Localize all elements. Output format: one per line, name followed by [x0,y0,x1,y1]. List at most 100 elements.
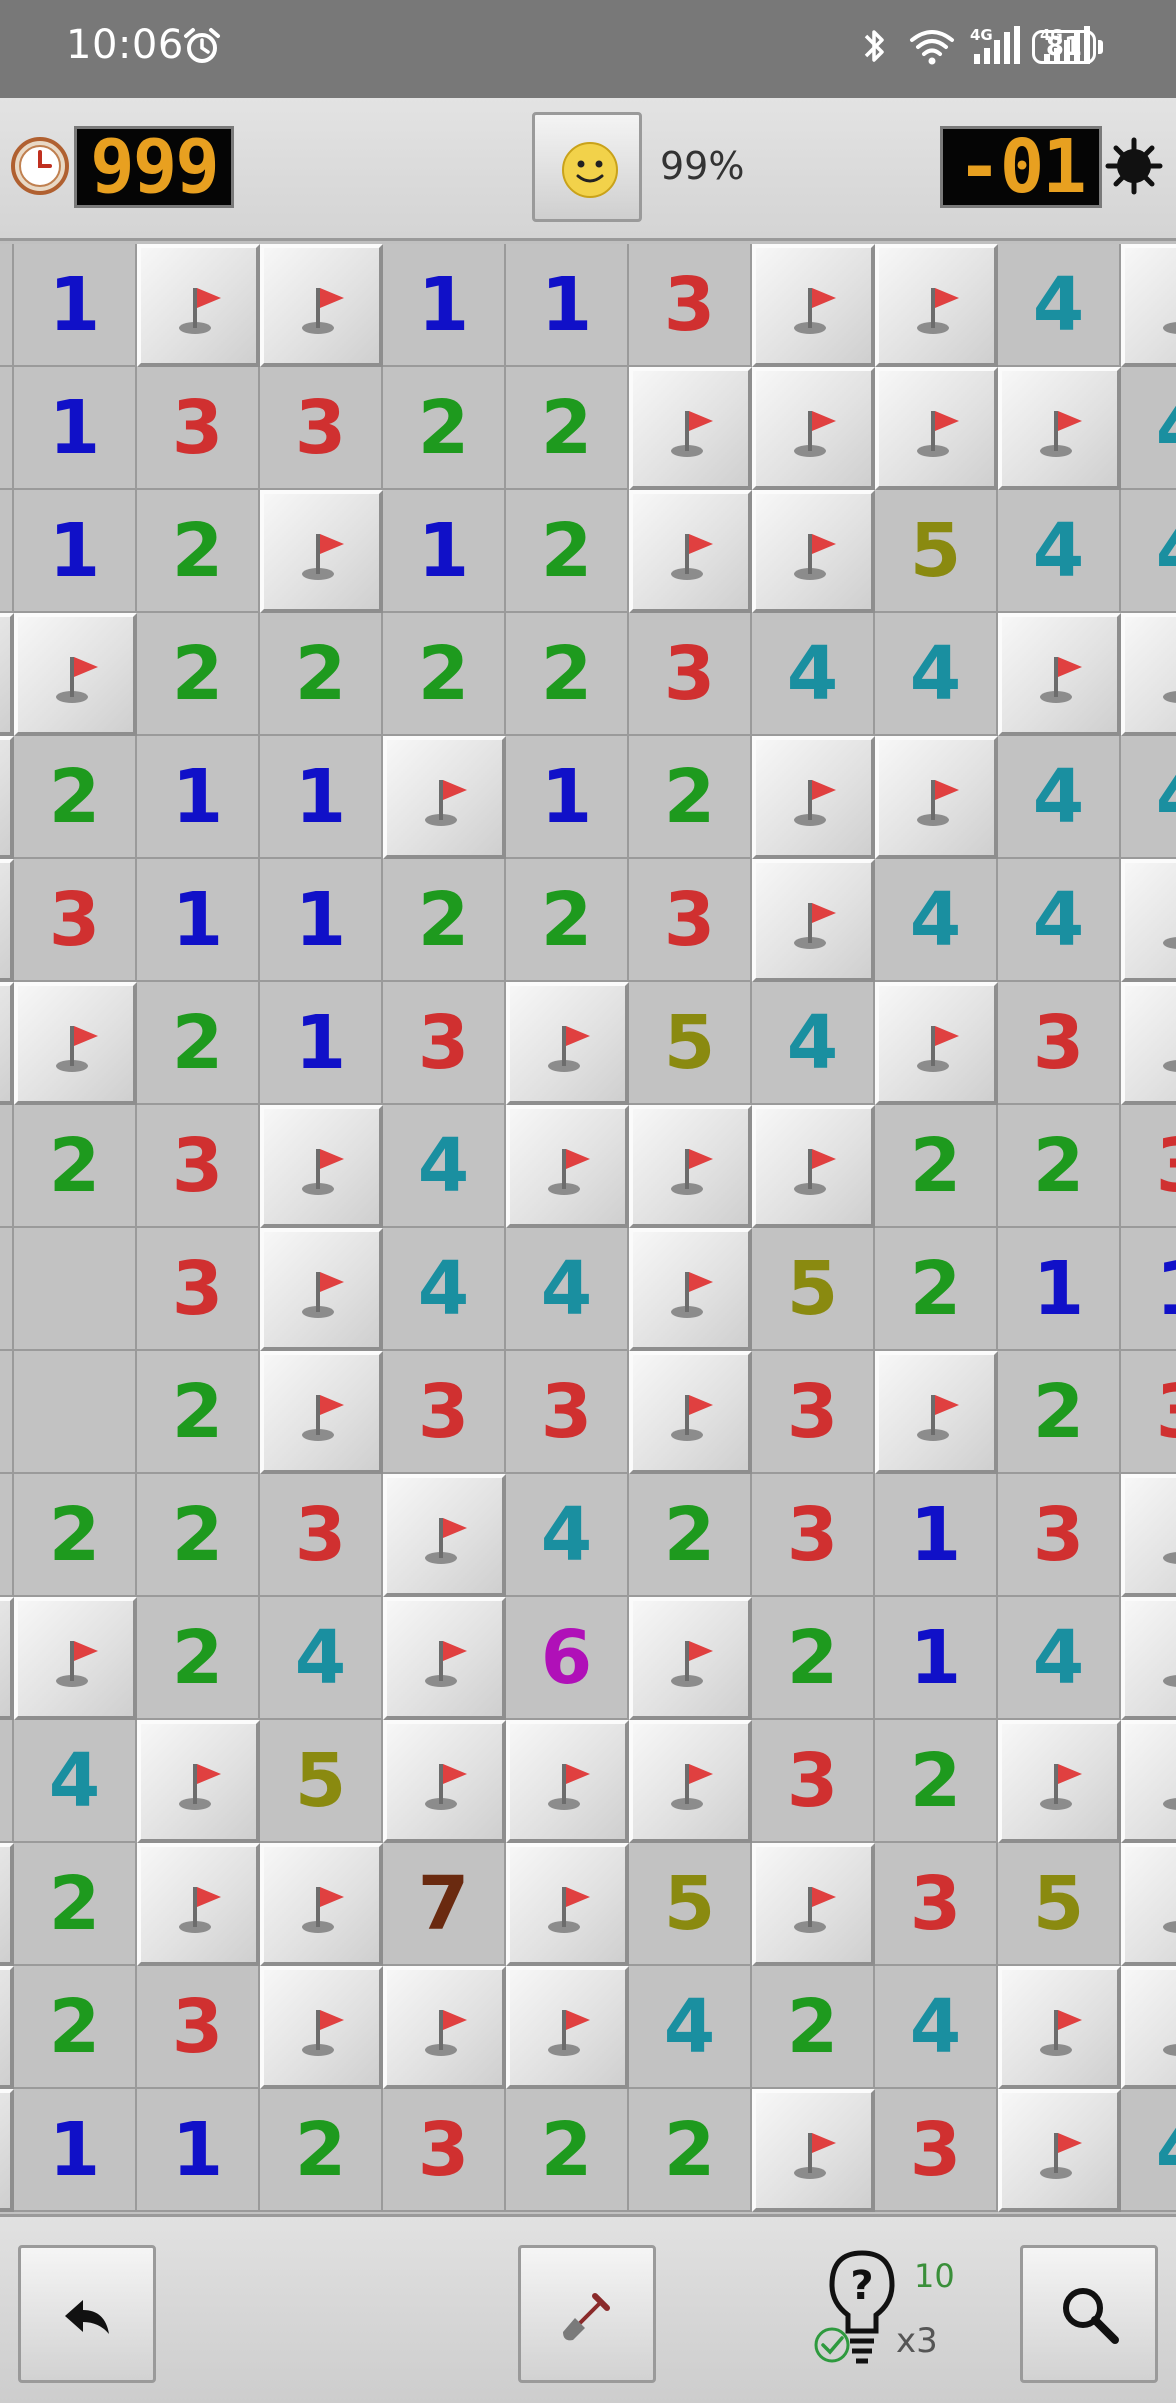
flagged-cell[interactable] [506,1843,629,1966]
flagged-cell[interactable] [0,1843,14,1966]
number-cell[interactable]: 5 [752,1228,875,1351]
flagged-cell[interactable] [629,367,752,490]
number-cell[interactable]: 5 [260,1720,383,1843]
flagged-cell[interactable] [875,736,998,859]
number-cell[interactable]: 3 [875,2089,998,2212]
number-cell[interactable]: 2 [0,1720,14,1843]
flagged-cell[interactable] [752,244,875,367]
number-cell[interactable]: 2 [14,1966,137,2089]
number-cell[interactable]: 1 [14,490,137,613]
number-cell[interactable]: 4 [506,1474,629,1597]
mine-icon[interactable] [1104,136,1164,196]
empty-cell[interactable] [0,1228,14,1351]
number-cell[interactable]: 4 [629,1966,752,2089]
flagged-cell[interactable] [383,1966,506,2089]
number-cell[interactable]: 2 [506,367,629,490]
flagged-cell[interactable] [1121,859,1176,982]
number-cell[interactable]: 3 [1121,1105,1176,1228]
number-cell[interactable]: 2 [998,1351,1121,1474]
dig-mode-button[interactable] [518,2245,656,2383]
number-cell[interactable]: 4 [875,613,998,736]
number-cell[interactable]: 1 [998,1228,1121,1351]
flagged-cell[interactable] [998,2089,1121,2212]
number-cell[interactable]: 4 [752,982,875,1105]
flagged-cell[interactable] [629,1597,752,1720]
number-cell[interactable]: 2 [998,1105,1121,1228]
flagged-cell[interactable] [260,1843,383,1966]
flagged-cell[interactable] [137,1720,260,1843]
number-cell[interactable]: 4 [1121,490,1176,613]
number-cell[interactable]: 2 [383,859,506,982]
number-cell[interactable]: 1 [506,244,629,367]
number-cell[interactable]: 3 [752,1720,875,1843]
number-cell[interactable]: 4 [383,1228,506,1351]
number-cell[interactable]: 1 [260,859,383,982]
flagged-cell[interactable] [629,1105,752,1228]
flagged-cell[interactable] [137,244,260,367]
flagged-cell[interactable] [629,1351,752,1474]
flagged-cell[interactable] [260,1966,383,2089]
flagged-cell[interactable] [383,736,506,859]
number-cell[interactable]: 1 [875,1597,998,1720]
number-cell[interactable]: 1 [0,1105,14,1228]
flagged-cell[interactable] [506,1966,629,2089]
number-cell[interactable]: 1 [506,736,629,859]
flagged-cell[interactable] [506,982,629,1105]
number-cell[interactable]: 2 [137,613,260,736]
flagged-cell[interactable] [752,1105,875,1228]
flagged-cell[interactable] [260,244,383,367]
number-cell[interactable]: 2 [14,736,137,859]
number-cell[interactable]: 2 [260,613,383,736]
number-cell[interactable]: 3 [629,859,752,982]
number-cell[interactable]: 3 [998,1474,1121,1597]
number-cell[interactable]: 2 [260,2089,383,2212]
number-cell[interactable]: 3 [629,244,752,367]
number-cell[interactable]: 4 [998,244,1121,367]
number-cell[interactable]: 1 [137,2089,260,2212]
flagged-cell[interactable] [137,1843,260,1966]
number-cell[interactable]: 4 [14,1720,137,1843]
flagged-cell[interactable] [752,490,875,613]
number-cell[interactable]: 2 [875,1228,998,1351]
number-cell[interactable]: 1 [137,736,260,859]
flagged-cell[interactable] [875,244,998,367]
number-cell[interactable]: 5 [629,1843,752,1966]
flagged-cell[interactable] [506,1720,629,1843]
number-cell[interactable]: 3 [383,982,506,1105]
number-cell[interactable]: 2 [14,1843,137,1966]
empty-cell[interactable] [0,1351,14,1474]
number-cell[interactable]: 2 [137,982,260,1105]
flagged-cell[interactable] [629,1720,752,1843]
number-cell[interactable]: 1 [260,736,383,859]
number-cell[interactable]: 1 [1121,1228,1176,1351]
number-cell[interactable]: 1 [14,367,137,490]
number-cell[interactable]: 3 [137,1228,260,1351]
number-cell[interactable]: 2 [875,1720,998,1843]
number-cell[interactable]: 2 [137,1474,260,1597]
flagged-cell[interactable] [0,982,14,1105]
number-cell[interactable]: 2 [137,1597,260,1720]
number-cell[interactable]: 4 [875,1966,998,2089]
flagged-cell[interactable] [875,982,998,1105]
number-cell[interactable]: 4 [506,1228,629,1351]
flagged-cell[interactable] [506,1105,629,1228]
number-cell[interactable]: 3 [752,1474,875,1597]
number-cell[interactable]: 4 [1121,367,1176,490]
number-cell[interactable]: 3 [137,1105,260,1228]
flagged-cell[interactable] [0,736,14,859]
empty-cell[interactable] [14,1351,137,1474]
number-cell[interactable]: 2 [629,1474,752,1597]
flagged-cell[interactable] [1121,982,1176,1105]
flagged-cell[interactable] [383,1474,506,1597]
number-cell[interactable]: 3 [137,367,260,490]
number-cell[interactable]: 3 [629,613,752,736]
flagged-cell[interactable] [998,1720,1121,1843]
empty-cell[interactable] [14,1228,137,1351]
flagged-cell[interactable] [14,1597,137,1720]
number-cell[interactable]: 1 [383,244,506,367]
number-cell[interactable]: 3 [260,1474,383,1597]
number-cell[interactable]: 1 [0,490,14,613]
number-cell[interactable]: 3 [1121,1351,1176,1474]
smiley-button[interactable] [532,112,642,222]
number-cell[interactable]: 4 [752,613,875,736]
